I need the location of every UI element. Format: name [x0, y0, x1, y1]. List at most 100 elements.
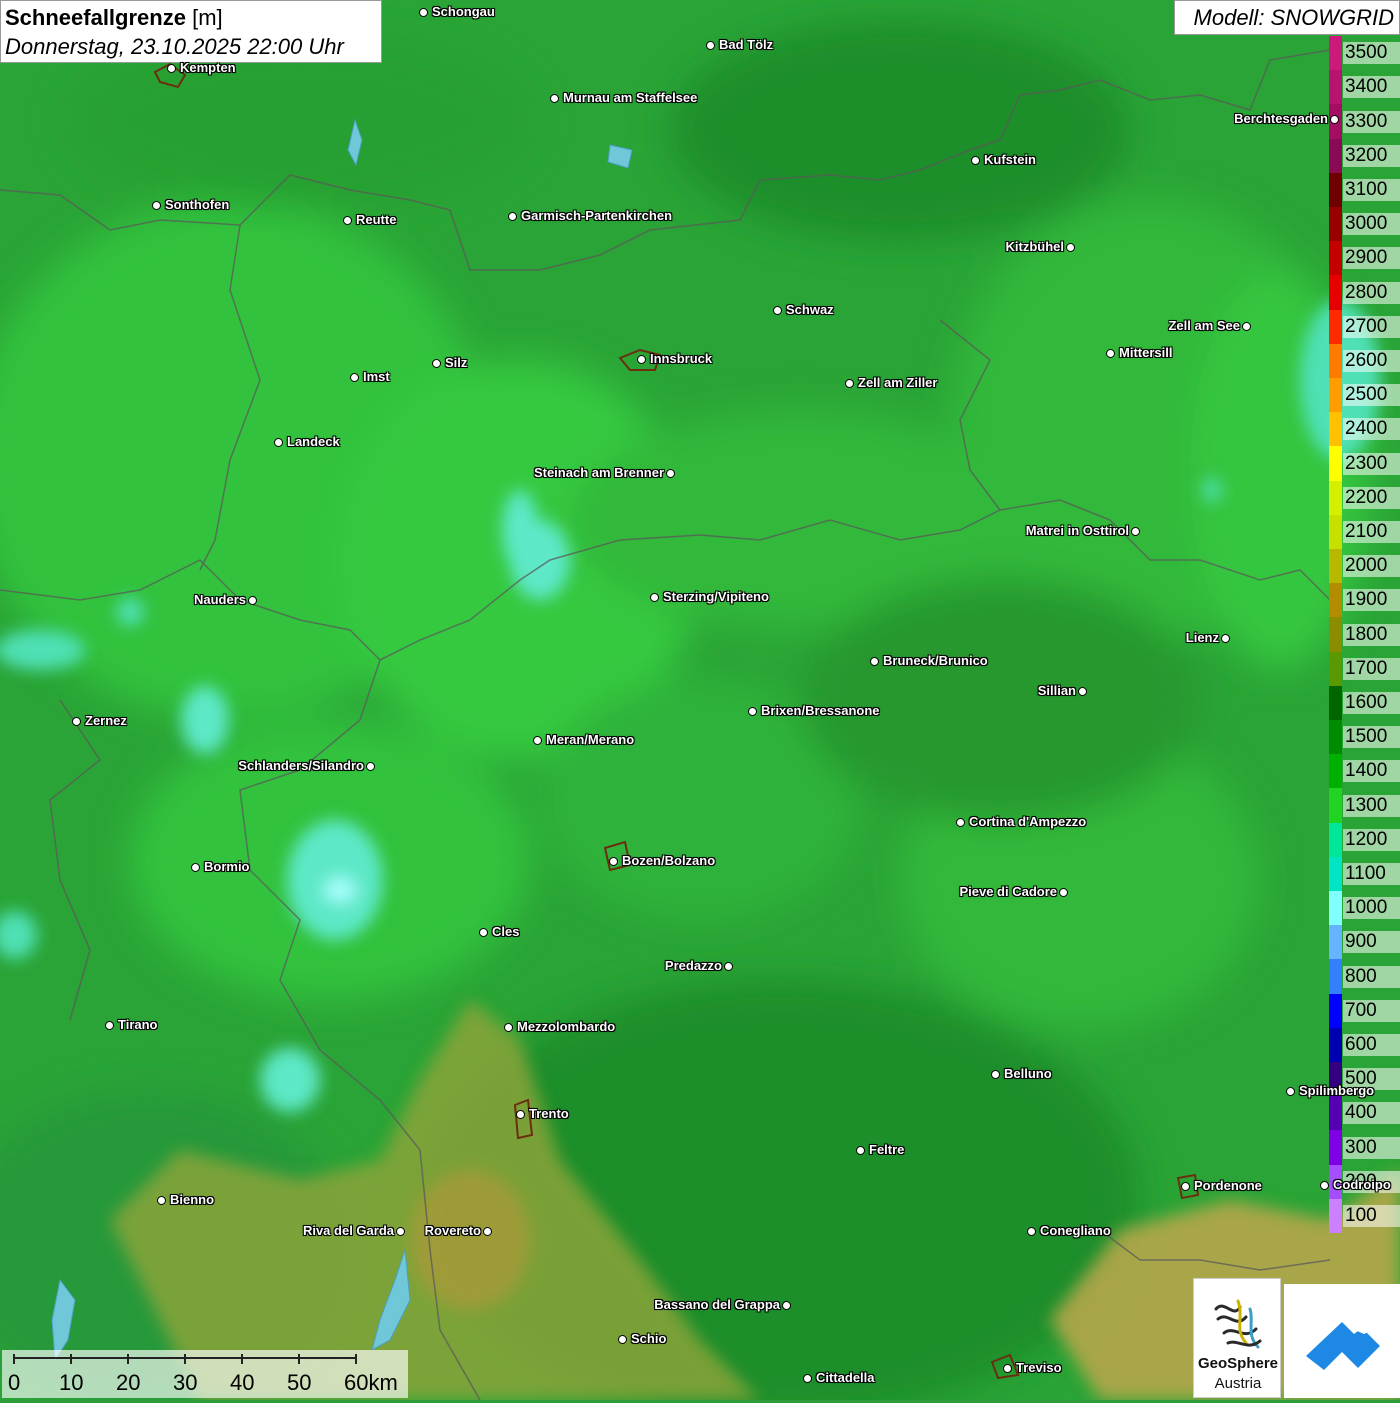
city-label[interactable]: Bruneck/Brunico	[883, 653, 988, 668]
city-label[interactable]: Cittadella	[816, 1370, 875, 1385]
city-label[interactable]: Sonthofen	[165, 197, 229, 212]
city-label[interactable]: Mittersill	[1119, 345, 1172, 360]
city-marker[interactable]	[845, 379, 854, 388]
city-label[interactable]: Zell am Ziller	[858, 375, 937, 390]
city-label[interactable]: Murnau am Staffelsee	[563, 90, 697, 105]
city-label[interactable]: Kufstein	[984, 152, 1036, 167]
city-marker[interactable]	[1106, 349, 1115, 358]
city-marker[interactable]	[508, 212, 517, 221]
city-marker[interactable]	[1330, 115, 1339, 124]
city-marker[interactable]	[167, 64, 176, 73]
city-marker[interactable]	[191, 863, 200, 872]
city-label[interactable]: Sillian	[1038, 683, 1076, 698]
city-label[interactable]: Pordenone	[1194, 1178, 1262, 1193]
city-label[interactable]: Landeck	[287, 434, 340, 449]
city-label[interactable]: Bassano del Grappa	[654, 1297, 780, 1312]
city-marker[interactable]	[782, 1301, 791, 1310]
city-label[interactable]: Berchtesgaden	[1234, 111, 1328, 126]
city-label[interactable]: Spilimbergo	[1299, 1083, 1374, 1098]
city-marker[interactable]	[870, 657, 879, 666]
city-marker[interactable]	[366, 762, 375, 771]
city-label[interactable]: Matrei in Osttirol	[1026, 523, 1129, 538]
city-marker[interactable]	[248, 596, 257, 605]
city-marker[interactable]	[724, 962, 733, 971]
city-marker[interactable]	[157, 1196, 166, 1205]
city-label[interactable]: Bormio	[204, 859, 250, 874]
city-marker[interactable]	[1242, 322, 1251, 331]
city-label[interactable]: Reutte	[356, 212, 396, 227]
city-label[interactable]: Garmisch-Partenkirchen	[521, 208, 672, 223]
city-label[interactable]: Codroipo	[1333, 1177, 1391, 1192]
city-label[interactable]: Innsbruck	[650, 351, 712, 366]
city-marker[interactable]	[1003, 1364, 1012, 1373]
city-label[interactable]: Kempten	[180, 60, 236, 75]
city-label[interactable]: Zernez	[85, 713, 127, 728]
city-marker[interactable]	[609, 857, 618, 866]
city-label[interactable]: Treviso	[1016, 1360, 1062, 1375]
city-label[interactable]: Nauders	[194, 592, 246, 607]
city-label[interactable]: Steinach am Brenner	[534, 465, 664, 480]
city-label[interactable]: Silz	[445, 355, 467, 370]
city-label[interactable]: Zell am See	[1168, 318, 1240, 333]
city-marker[interactable]	[504, 1023, 513, 1032]
city-label[interactable]: Belluno	[1004, 1066, 1052, 1081]
city-marker[interactable]	[1221, 634, 1230, 643]
city-marker[interactable]	[1320, 1181, 1329, 1190]
city-label[interactable]: Schongau	[432, 4, 495, 19]
city-marker[interactable]	[1131, 527, 1140, 536]
city-label[interactable]: Kitzbühel	[1006, 239, 1065, 254]
city-label[interactable]: Bienno	[170, 1192, 214, 1207]
city-marker[interactable]	[706, 41, 715, 50]
city-marker[interactable]	[803, 1374, 812, 1383]
city-label[interactable]: Cles	[492, 924, 519, 939]
city-marker[interactable]	[1027, 1227, 1036, 1236]
city-marker[interactable]	[748, 707, 757, 716]
city-label[interactable]: Cortina d'Ampezzo	[969, 814, 1086, 829]
city-marker[interactable]	[516, 1110, 525, 1119]
city-label[interactable]: Conegliano	[1040, 1223, 1111, 1238]
city-marker[interactable]	[550, 94, 559, 103]
city-label[interactable]: Brixen/Bressanone	[761, 703, 880, 718]
city-label[interactable]: Schlanders/Silandro	[238, 758, 364, 773]
city-marker[interactable]	[105, 1021, 114, 1030]
city-label[interactable]: Tirano	[118, 1017, 158, 1032]
city-marker[interactable]	[618, 1335, 627, 1344]
geosphere-logo[interactable]: GeoSphere Austria	[1193, 1278, 1281, 1398]
snowgrid-logo[interactable]	[1284, 1284, 1400, 1398]
city-marker[interactable]	[856, 1146, 865, 1155]
city-marker[interactable]	[1059, 888, 1068, 897]
city-marker[interactable]	[396, 1227, 405, 1236]
city-marker[interactable]	[533, 736, 542, 745]
city-label[interactable]: Schio	[631, 1331, 666, 1346]
city-label[interactable]: Predazzo	[665, 958, 722, 973]
city-marker[interactable]	[343, 216, 352, 225]
city-label[interactable]: Meran/Merano	[546, 732, 634, 747]
city-label[interactable]: Bozen/Bolzano	[622, 853, 715, 868]
city-marker[interactable]	[956, 818, 965, 827]
city-label[interactable]: Pieve di Cadore	[959, 884, 1057, 899]
city-label[interactable]: Riva del Garda	[303, 1223, 394, 1238]
city-label[interactable]: Sterzing/Vipiteno	[663, 589, 769, 604]
city-marker[interactable]	[274, 438, 283, 447]
city-marker[interactable]	[72, 717, 81, 726]
city-marker[interactable]	[483, 1227, 492, 1236]
city-label[interactable]: Rovereto	[425, 1223, 481, 1238]
city-marker[interactable]	[1181, 1182, 1190, 1191]
city-marker[interactable]	[650, 593, 659, 602]
city-marker[interactable]	[1286, 1087, 1295, 1096]
city-marker[interactable]	[666, 469, 675, 478]
city-marker[interactable]	[637, 355, 646, 364]
city-label[interactable]: Trento	[529, 1106, 569, 1121]
city-marker[interactable]	[1066, 243, 1075, 252]
city-marker[interactable]	[1078, 687, 1087, 696]
city-marker[interactable]	[479, 928, 488, 937]
city-marker[interactable]	[419, 8, 428, 17]
city-label[interactable]: Lienz	[1186, 630, 1219, 645]
city-label[interactable]: Schwaz	[786, 302, 834, 317]
city-label[interactable]: Feltre	[869, 1142, 904, 1157]
city-label[interactable]: Bad Tölz	[719, 37, 773, 52]
city-label[interactable]: Imst	[363, 369, 390, 384]
city-marker[interactable]	[350, 373, 359, 382]
city-marker[interactable]	[152, 201, 161, 210]
city-marker[interactable]	[991, 1070, 1000, 1079]
